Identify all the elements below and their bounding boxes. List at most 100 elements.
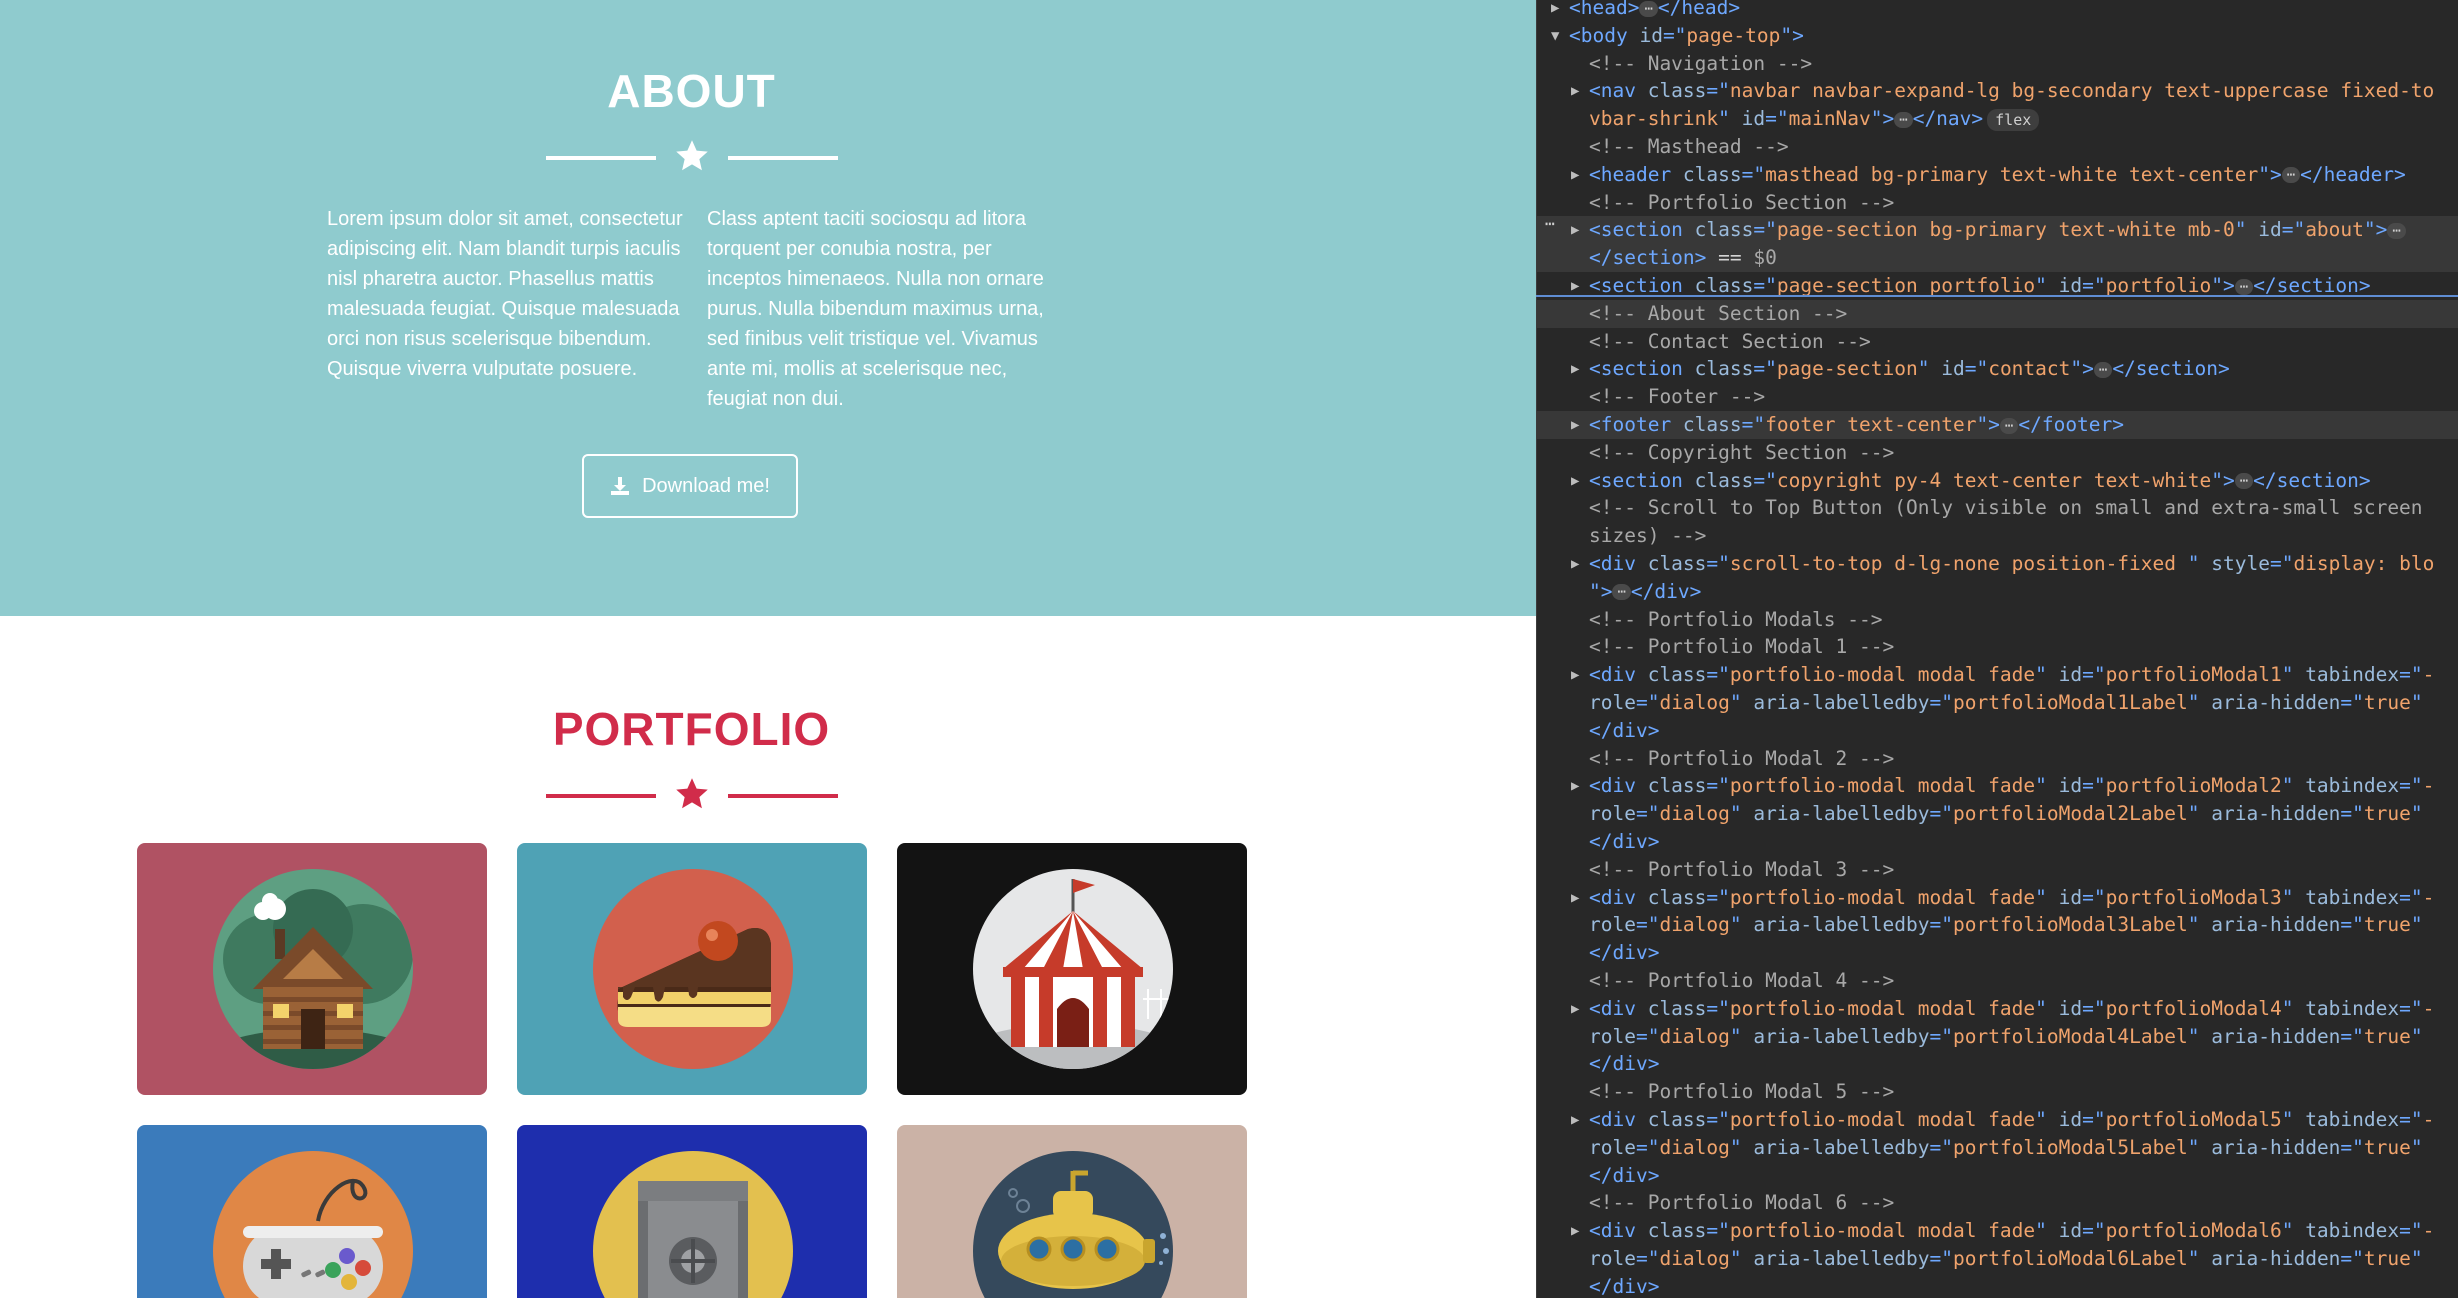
portfolio-item-cake[interactable] xyxy=(517,843,867,1095)
dom-tree-line[interactable]: <!-- Portfolio Modal 2 --> xyxy=(1537,745,2458,773)
code-token: </section> xyxy=(2112,357,2230,381)
dom-tree-line[interactable]: </section> == $0 xyxy=(1537,244,2458,273)
dom-tree-line[interactable]: <!-- Portfolio Modal 1 --> xyxy=(1537,633,2458,661)
dom-tree-line[interactable]: </div> xyxy=(1537,1050,2458,1078)
portfolio-item-cabin[interactable] xyxy=(137,843,487,1095)
code-token: portfolioModal2 xyxy=(2105,774,2282,798)
download-button[interactable]: Download me! xyxy=(582,454,798,518)
dom-tree-line[interactable]: <!-- Portfolio Modal 6 --> xyxy=(1537,1189,2458,1217)
expand-triangle-icon[interactable]: ▶ xyxy=(1571,411,1579,439)
code-token: id xyxy=(1741,107,1766,131)
download-icon xyxy=(611,477,630,495)
collapse-triangle-icon[interactable]: ▼ xyxy=(1551,22,1559,50)
portfolio-item-circus-tent[interactable] xyxy=(897,843,1247,1095)
code-token: " xyxy=(2410,1135,2423,1159)
dom-tree-line[interactable]: ▼ <body id="page-top"> xyxy=(1537,22,2458,50)
dom-tree-line[interactable]: ▶ <section class="page-section bg-primary… xyxy=(1537,216,2458,245)
collapsed-content-ellipsis[interactable]: ⋯ xyxy=(1612,584,1631,601)
code-token: =" xyxy=(1635,691,1660,714)
code-token: " xyxy=(1729,802,1754,826)
dom-tree-line[interactable]: vbar-shrink" id="mainNav"> ⋯ </nav> flex xyxy=(1537,105,2458,133)
collapsed-content-ellipsis[interactable]: ⋯ xyxy=(1999,417,2019,434)
expand-triangle-icon[interactable]: ▶ xyxy=(1571,355,1579,383)
portfolio-item-safe[interactable] xyxy=(517,1125,867,1298)
dom-tree-line[interactable]: </div> xyxy=(1537,828,2458,856)
selected-node-ellipsis[interactable]: ⋯ xyxy=(1545,214,1555,233)
code-token: <!-- Portfolio Modals --> xyxy=(1589,607,1883,631)
dom-tree-line[interactable]: role="dialog" aria-labelledby="portfolio… xyxy=(1537,1134,2458,1162)
dom-tree-line[interactable]: ▶ <section class="page-section" id="conta… xyxy=(1537,355,2458,383)
dom-tree-line[interactable]: role="dialog" aria-labelledby="portfolio… xyxy=(1537,800,2458,828)
expand-triangle-icon[interactable]: ▶ xyxy=(1571,550,1579,578)
collapsed-content-ellipsis[interactable]: ⋯ xyxy=(2281,167,2301,184)
dom-tree-line[interactable]: </div> xyxy=(1537,939,2458,967)
code-token: =" xyxy=(1706,996,1730,1020)
expand-triangle-icon[interactable]: ▶ xyxy=(1571,661,1579,689)
dom-tree-line[interactable]: ▶ <div class="portfolio-modal modal fade"… xyxy=(1537,995,2458,1023)
dom-tree-line[interactable]: role="dialog" aria-labelledby="portfolio… xyxy=(1537,689,2458,717)
dom-tree-line[interactable]: ▶ <div class="portfolio-modal modal fade"… xyxy=(1537,772,2458,800)
collapsed-content-ellipsis[interactable]: ⋯ xyxy=(2387,222,2406,239)
collapsed-content-ellipsis[interactable]: ⋯ xyxy=(2093,361,2113,378)
expand-triangle-icon[interactable]: ▶ xyxy=(1571,1217,1579,1245)
dom-tree-line[interactable]: </div> xyxy=(1537,1273,2458,1298)
collapsed-content-ellipsis[interactable]: ⋯ xyxy=(2234,473,2254,490)
code-token: " xyxy=(2410,913,2423,937)
dom-tree-line[interactable]: ▶ <header class="masthead bg-primary text… xyxy=(1537,161,2458,189)
expand-triangle-icon[interactable]: ▶ xyxy=(1551,0,1559,22)
dom-tree-line[interactable]: role="dialog" aria-labelledby="portfolio… xyxy=(1537,911,2458,939)
dom-tree-line[interactable]: <!-- Navigation --> xyxy=(1537,50,2458,78)
dom-tree-line[interactable]: <!-- Portfolio Modals --> xyxy=(1537,606,2458,634)
expand-triangle-icon[interactable]: ▶ xyxy=(1571,77,1579,105)
portfolio-item-submarine[interactable] xyxy=(897,1125,1247,1298)
dom-tree-line[interactable]: ▶ <div class="scroll-to-top d-lg-none pos… xyxy=(1537,550,2458,578)
dom-tree-line[interactable]: sizes) --> xyxy=(1537,522,2458,550)
expand-triangle-icon[interactable]: ▶ xyxy=(1571,772,1579,800)
code-token: " xyxy=(2035,1219,2059,1243)
dom-tree-line[interactable]: <!-- Footer --> xyxy=(1537,383,2458,411)
code-token: aria-hidden xyxy=(2211,802,2341,826)
expand-triangle-icon[interactable]: ▶ xyxy=(1571,467,1579,495)
flex-badge[interactable]: flex xyxy=(1987,108,2040,131)
devtools-elements-panel[interactable]: ▶ <head> ⋯ </head> ▼ <body id="page-top"> <!--… xyxy=(1536,0,2458,1298)
code-token: " xyxy=(2281,885,2306,909)
dom-tree-line[interactable]: ▶ <nav class="navbar navbar-expand-lg bg-… xyxy=(1537,77,2458,105)
expand-triangle-icon[interactable]: ▶ xyxy=(1571,1106,1579,1134)
code-token: " xyxy=(1729,1247,1754,1270)
code-token: =" xyxy=(2340,913,2364,937)
dom-tree-line[interactable]: ▶ <div class="portfolio-modal modal fade"… xyxy=(1537,661,2458,689)
dom-tree-line[interactable]: <!-- Masthead --> xyxy=(1537,133,2458,161)
code-token: =" xyxy=(2082,663,2106,687)
dom-tree-line[interactable]: <!-- Scroll to Top Button (Only visible … xyxy=(1537,494,2458,522)
code-token: <body xyxy=(1569,23,1640,47)
dom-tree-line[interactable]: </div> xyxy=(1537,1162,2458,1190)
dom-tree-line[interactable]: ▶ <div class="portfolio-modal modal fade"… xyxy=(1537,1217,2458,1245)
code-token: dialog xyxy=(1659,1135,1730,1159)
expand-triangle-icon[interactable]: ▶ xyxy=(1571,884,1579,912)
dom-tree-line[interactable]: role="dialog" aria-labelledby="portfolio… xyxy=(1537,1023,2458,1051)
dom-tree-line[interactable]: <!-- Portfolio Modal 3 --> xyxy=(1537,856,2458,884)
dom-tree-line[interactable]: ▶ <section class="copyright py-4 text-cen… xyxy=(1537,467,2458,495)
collapsed-content-ellipsis[interactable]: ⋯ xyxy=(1894,111,1913,128)
code-token: true xyxy=(2363,1135,2411,1159)
dom-tree-line[interactable]: role="dialog" aria-labelledby="portfolio… xyxy=(1537,1245,2458,1273)
portfolio-item-game-controller[interactable] xyxy=(137,1125,487,1298)
dom-tree-line[interactable]: <!-- Contact Section --> xyxy=(1537,328,2458,356)
dom-tree-line[interactable]: ▶ <div class="portfolio-modal modal fade"… xyxy=(1537,1106,2458,1134)
dom-tree-line[interactable]: <!-- About Section --> xyxy=(1537,299,2458,328)
collapsed-content-ellipsis[interactable]: ⋯ xyxy=(2234,278,2254,295)
collapsed-content-ellipsis[interactable]: ⋯ xyxy=(1639,0,1658,17)
dom-tree-line[interactable]: ▶ <div class="portfolio-modal modal fade"… xyxy=(1537,884,2458,912)
dom-tree-line[interactable]: ▶ <head> ⋯ </head> xyxy=(1537,0,2458,22)
dom-tree-line[interactable]: <!-- Portfolio Section --> xyxy=(1537,189,2458,217)
expand-triangle-icon[interactable]: ▶ xyxy=(1571,161,1579,189)
dom-tree-line[interactable]: <!-- Copyright Section --> xyxy=(1537,439,2458,467)
expand-triangle-icon[interactable]: ▶ xyxy=(1571,216,1579,244)
dom-tree-line[interactable]: ▶ <footer class="footer text-center"> ⋯ </f… xyxy=(1537,411,2458,439)
dom-tree-line[interactable]: </div> xyxy=(1537,717,2458,745)
dom-tree-line[interactable]: <!-- Portfolio Modal 4 --> xyxy=(1537,967,2458,995)
dom-tree-line[interactable]: "> ⋯ </div> xyxy=(1537,578,2458,606)
expand-triangle-icon[interactable]: ▶ xyxy=(1571,995,1579,1023)
code-token: =" xyxy=(2399,774,2423,798)
dom-tree-line[interactable]: <!-- Portfolio Modal 5 --> xyxy=(1537,1078,2458,1106)
